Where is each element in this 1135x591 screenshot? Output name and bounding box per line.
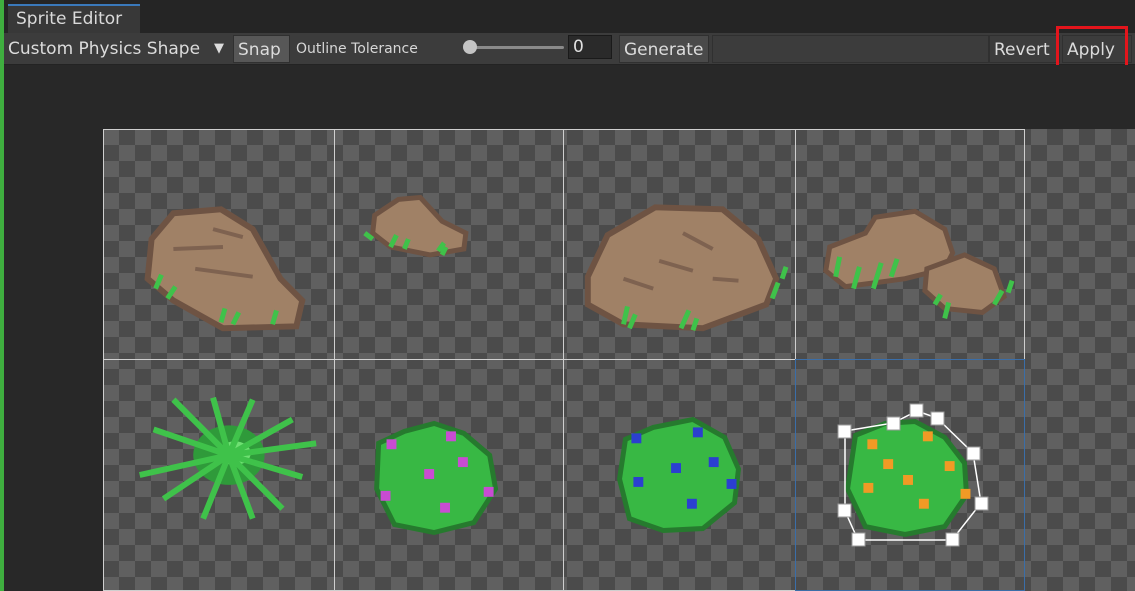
rock-sprite — [363, 194, 469, 258]
sprite-cell-grass-tuft[interactable] — [103, 359, 335, 591]
grass-sprite — [139, 396, 317, 520]
mode-dropdown[interactable]: Custom Physics Shape ▼ — [4, 35, 230, 63]
rock-sprite — [584, 204, 789, 332]
rock-sprite — [144, 206, 306, 332]
sprite-cell-rock-1[interactable] — [103, 129, 335, 360]
outline-tolerance-field[interactable]: 0 — [568, 35, 612, 59]
tab-sprite-editor[interactable]: Sprite Editor — [8, 4, 140, 33]
generate-button[interactable]: Generate — [619, 35, 709, 63]
outline-tolerance-label: Outline Tolerance — [296, 41, 418, 57]
sprite-cell-rock-3[interactable] — [563, 129, 796, 360]
snap-button[interactable]: Snap — [233, 35, 290, 63]
bush-sprite — [616, 416, 742, 534]
revert-button[interactable]: Revert — [989, 35, 1060, 63]
slider-thumb[interactable] — [463, 40, 477, 54]
bush-sprite — [374, 420, 499, 536]
sprite-cell-rock-4[interactable] — [795, 129, 1025, 360]
toolbar-spacer — [712, 35, 989, 63]
outline-tolerance-slider[interactable] — [468, 46, 564, 49]
chevron-down-icon: ▼ — [214, 41, 224, 56]
sprite-cell-bush-blue[interactable] — [563, 359, 796, 591]
sprite-cell-bush-magenta[interactable] — [334, 359, 564, 591]
bush-sprite — [844, 418, 971, 538]
mode-dropdown-label: Custom Physics Shape — [8, 39, 201, 59]
tab-strip: Sprite Editor — [4, 0, 1135, 33]
sprite-cell-rock-2[interactable] — [334, 129, 564, 360]
sprite-cell-bush-orange[interactable] — [795, 359, 1025, 591]
rock-sprite — [823, 208, 1015, 319]
